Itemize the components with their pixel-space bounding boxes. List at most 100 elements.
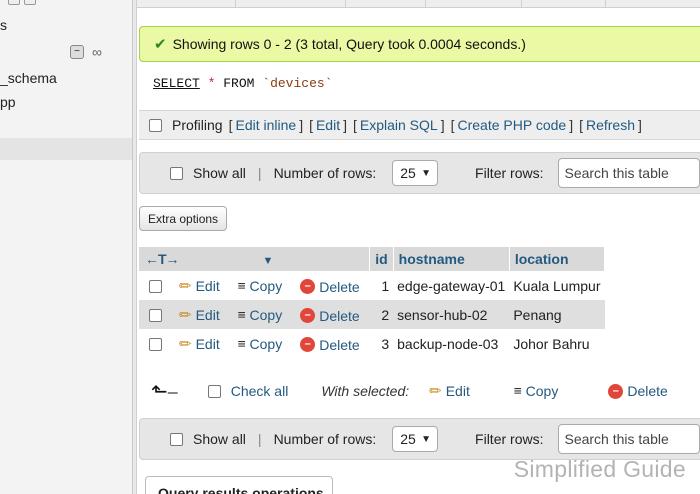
nav-tools: − ∞ (70, 45, 104, 59)
rows-select[interactable]: 25 ▼ (392, 160, 439, 186)
cell-id: 1 (381, 277, 390, 294)
nav-item-fragment[interactable]: s (0, 17, 7, 33)
filter-rows-input[interactable]: Search this table (558, 158, 700, 188)
table-navigation-bottom: Show all | Number of rows: 25 ▼ Filter r… (139, 418, 700, 460)
sort-dropdown-icon[interactable]: ▼ (262, 255, 273, 267)
row-edit-button[interactable]: ✏ Edit (179, 277, 220, 295)
sql-query: SELECT * FROM `devices` (153, 76, 333, 91)
bulk-copy-button[interactable]: ≡ Copy (514, 383, 559, 399)
checkmark-icon: ✔ (154, 36, 167, 53)
copy-icon: ≡ (513, 383, 522, 399)
cell-id: 2 (369, 300, 394, 329)
row-edit-label: Edit (195, 335, 220, 352)
collapse-all-icon[interactable]: − (70, 45, 84, 59)
chevron-down-icon: ▼ (421, 167, 432, 179)
check-all-checkbox[interactable] (207, 384, 221, 398)
row-edit-label: Edit (195, 306, 220, 323)
filter-rows-input[interactable]: Search this table (558, 424, 700, 454)
row-edit-button[interactable]: ✏ Edit (179, 306, 220, 324)
row-copy-button[interactable]: ≡ Copy (238, 336, 283, 352)
row-edit-cell: ✏ Edit (171, 329, 224, 358)
row-copy-cell: ≡ Copy (224, 271, 287, 300)
refresh-link[interactable]: Refresh (586, 117, 635, 133)
navigation-panel: s − ∞ _schema pp (0, 0, 133, 494)
edit-link[interactable]: Edit (316, 117, 340, 133)
row-edit-button[interactable]: ✏ Edit (179, 335, 220, 353)
row-checkbox[interactable] (148, 338, 162, 352)
profiling-checkbox[interactable] (149, 118, 162, 132)
show-all-label[interactable]: Show all (193, 165, 246, 181)
column-header-location[interactable]: location (509, 247, 606, 271)
show-all-checkbox[interactable] (170, 166, 183, 180)
cell-location: Penang (509, 300, 605, 329)
table-row: ✏ Edit ≡ Copy – Delete 1 edge-gateway-01 Ku… (139, 271, 605, 300)
main-content: ✔ Showing rows 0 - 2 (3 total, Query too… (137, 0, 700, 494)
row-copy-cell: ≡ Copy (224, 329, 287, 358)
arrow-up-left-icon: ⬑⎯ (151, 380, 178, 403)
row-delete-button[interactable]: – Delete (300, 307, 360, 324)
table-row: ✏ Edit ≡ Copy – Delete 3 backup-node-03 Joh… (139, 329, 605, 358)
pencil-icon: ✏ (179, 335, 192, 353)
row-delete-cell: – Delete (286, 329, 369, 358)
bulk-delete-button[interactable]: – Delete (608, 383, 668, 399)
cell-location: Kuala Lumpur (513, 277, 601, 294)
row-delete-label: Delete (319, 307, 360, 324)
extra-options-button[interactable]: Extra options (139, 206, 228, 231)
sql-from-keyword: FROM (223, 76, 255, 91)
copy-icon: ≡ (237, 278, 246, 294)
gear-icon[interactable] (24, 0, 36, 5)
pencil-icon: ✏ (179, 277, 192, 295)
row-checkbox[interactable] (148, 309, 162, 323)
edit-inline-link[interactable]: Edit inline (235, 117, 296, 133)
query-results-operations-fieldset: Query results operations (145, 476, 333, 494)
rows-select[interactable]: 25 ▼ (392, 426, 439, 452)
delete-icon: – (608, 383, 624, 399)
row-delete-label: Delete (319, 336, 360, 353)
column-header-hostname[interactable]: hostname (393, 247, 510, 271)
table-header-row: ←T→ ▼ id hostname location (139, 247, 606, 271)
row-copy-cell: ≡ Copy (223, 300, 287, 329)
rows-label: Number of rows: (273, 431, 377, 447)
results-table: ←T→ ▼ id hostname location ✏ Edit ≡ Copy –… (139, 247, 606, 358)
row-delete-button[interactable]: – Delete (300, 279, 360, 295)
nav-item-app[interactable]: pp (0, 94, 16, 110)
row-edit-cell: ✏ Edit (171, 271, 224, 300)
pencil-icon: ✏ (429, 383, 442, 400)
pencil-icon: ✏ (179, 306, 192, 324)
check-all-label[interactable]: Check all (231, 383, 289, 399)
explain-sql-link[interactable]: Explain SQL (360, 117, 438, 133)
separator: | (257, 431, 262, 447)
row-copy-label: Copy (249, 307, 283, 324)
nav-top-icons (8, 0, 36, 5)
table-navigation-top: Show all | Number of rows: 25 ▼ Filter r… (139, 152, 700, 194)
profiling-bar: Profiling [Edit inline] [Edit] [Explain … (139, 110, 700, 140)
column-header-id[interactable]: id (369, 247, 394, 271)
row-copy-button[interactable]: ≡ Copy (238, 307, 283, 323)
create-php-code-link[interactable]: Create PHP code (457, 117, 566, 133)
show-all-label[interactable]: Show all (193, 431, 246, 447)
bulk-copy-label: Copy (525, 383, 559, 399)
rows-label: Number of rows: (273, 165, 377, 181)
actions-header: ←T→ ▼ (139, 247, 371, 271)
show-all-checkbox[interactable] (170, 432, 183, 446)
column-resize-arrows-icon[interactable]: ←T→ (145, 251, 180, 267)
row-checkbox-cell (139, 271, 171, 300)
link-with-main-icon[interactable]: ∞ (90, 45, 104, 59)
filter-rows-label: Filter rows: (475, 165, 544, 181)
profiling-label: Profiling (172, 117, 223, 133)
rows-select-value: 25 (400, 431, 416, 447)
nav-selected-band (0, 138, 132, 160)
watermark: Simplified Guide (513, 456, 686, 482)
copy-icon: ≡ (237, 307, 246, 323)
row-delete-button[interactable]: – Delete (300, 336, 360, 353)
row-copy-button[interactable]: ≡ Copy (238, 278, 283, 294)
bulk-edit-button[interactable]: ✏ Edit (429, 382, 470, 400)
rows-select-value: 25 (400, 165, 416, 181)
row-checkbox[interactable] (148, 280, 162, 294)
nav-item-schema[interactable]: _schema (0, 70, 57, 86)
delete-icon: – (300, 279, 316, 295)
sql-select-keyword[interactable]: SELECT (153, 76, 200, 91)
page-icon[interactable] (8, 0, 20, 5)
row-checkbox-cell (139, 329, 171, 358)
table-row: ✏ Edit ≡ Copy – Delete 2 sensor-hub-02 Pena… (139, 300, 605, 329)
